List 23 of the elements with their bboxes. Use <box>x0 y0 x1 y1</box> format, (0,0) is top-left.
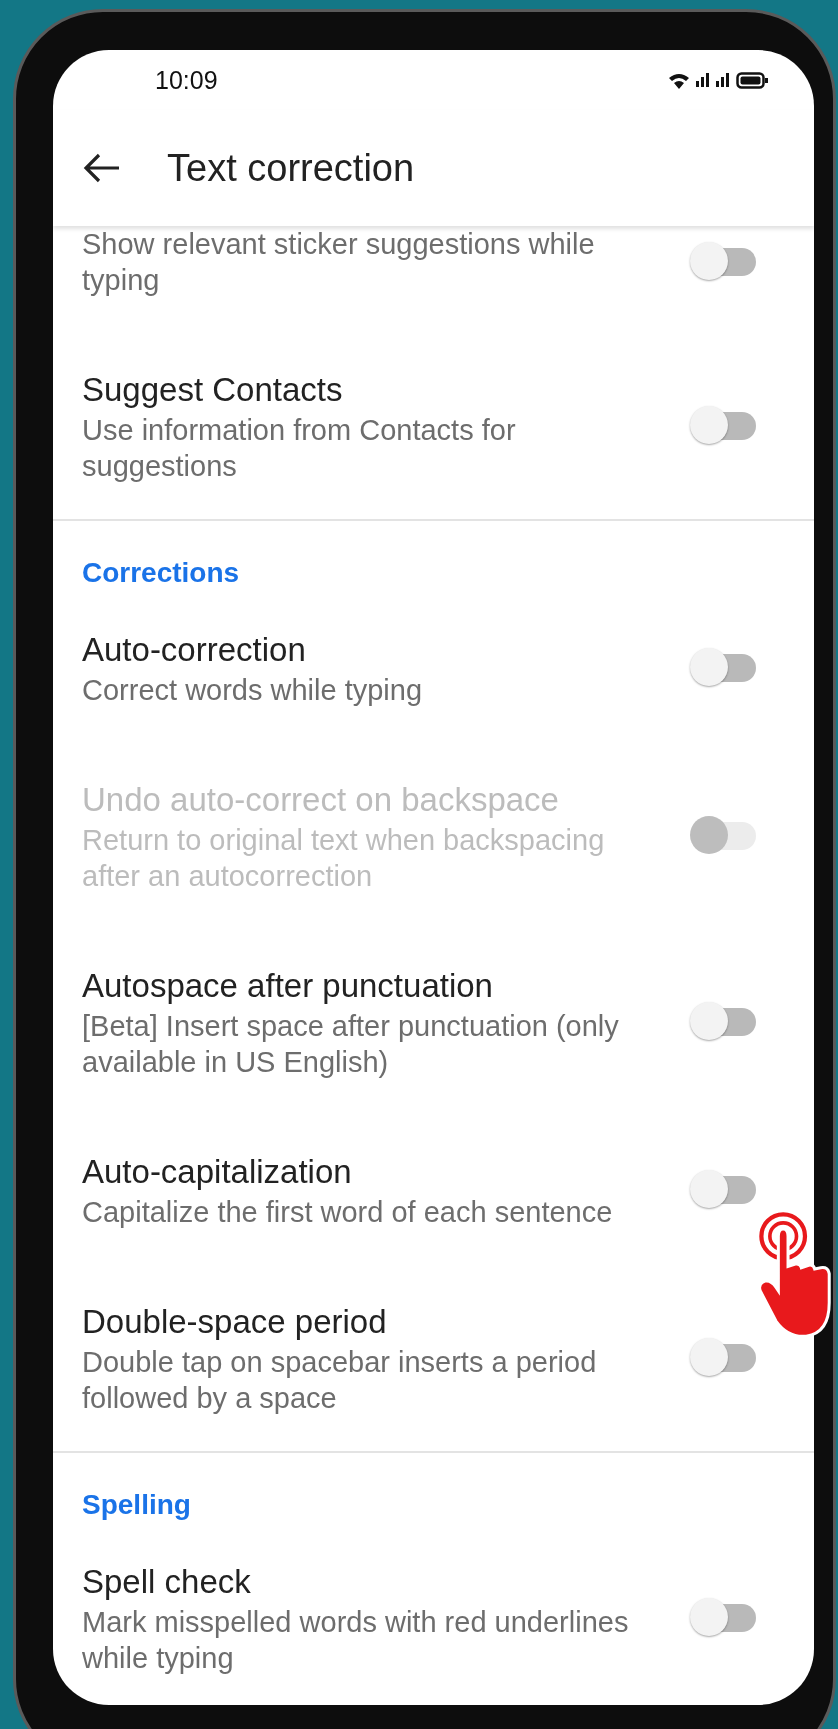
setting-title: Suggest Contacts <box>82 370 344 410</box>
setting-title: Auto-capitalization <box>82 1152 353 1192</box>
setting-description: Capitalize the first word of each sentence <box>82 1195 614 1230</box>
screen-title: Text correction <box>167 146 415 190</box>
signal-icon <box>696 73 710 87</box>
setting-title: Autospace after punctuation <box>82 966 494 1006</box>
setting-title: Undo auto-correct on backspace <box>82 780 560 820</box>
setting-description: Show relevant sticker suggestions while typing <box>82 227 596 298</box>
battery-icon <box>736 71 768 89</box>
back-arrow-icon[interactable] <box>83 152 121 184</box>
section-heading: Corrections <box>82 556 241 590</box>
setting-title: Double-space period <box>82 1302 388 1342</box>
setting-description: Mark misspelled words with red underlines while typing <box>82 1605 630 1676</box>
setting-title: Auto-correction <box>82 630 307 670</box>
setting-description: Double tap on spacebar inserts a period followed by a space <box>82 1345 598 1416</box>
setting-description: [Beta] Insert space after punctuation (only available in US English) <box>82 1009 620 1080</box>
setting-description: Correct words while typing <box>82 673 424 708</box>
setting-description: Return to original text when backspacing after an autocorrection <box>82 823 606 894</box>
section-heading: Spelling <box>82 1488 192 1522</box>
signal-icon <box>716 73 730 87</box>
setting-description: Use information from Contacts for suggestions <box>82 413 517 484</box>
setting-title: Spell check <box>82 1562 252 1602</box>
status-time: 10:09 <box>155 65 218 95</box>
